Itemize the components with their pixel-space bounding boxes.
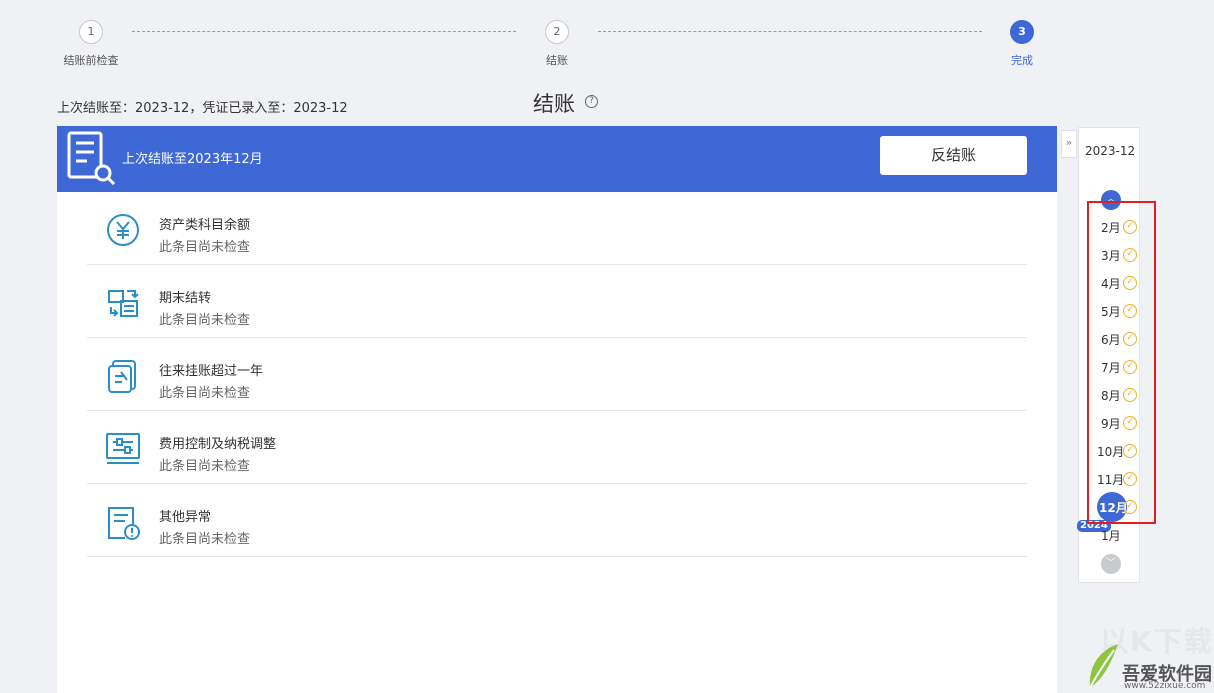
status-banner: 上次结账至2023年12月 反结账 (57, 126, 1057, 192)
collapse-panel-button[interactable]: » (1061, 130, 1077, 158)
step-settle: 2 结账 (497, 20, 617, 68)
check-title: 往来挂账超过一年 (159, 364, 264, 379)
progress-stepper: 1 结账前检查 2 结账 3 完成 (0, 8, 1214, 88)
step-label: 结账前检查 (63, 54, 119, 67)
check-title: 期末结转 (159, 291, 212, 306)
check-title: 其他异常 (159, 510, 212, 525)
list-item: 资产类科目余额 此条目尚未检查 (87, 192, 1027, 265)
month-label: 1月 (1101, 529, 1121, 543)
step-connector (132, 31, 516, 32)
help-icon[interactable]: ? (585, 95, 598, 108)
document-warning-icon (108, 507, 140, 540)
step-number: 1 (79, 20, 103, 44)
reverse-settlement-button[interactable]: 反结账 (880, 136, 1027, 175)
step-check-before: 1 结账前检查 (31, 20, 151, 68)
check-status: 此条目尚未检查 (159, 459, 251, 474)
sliders-monitor-icon (106, 433, 140, 464)
leaf-logo-icon (1089, 644, 1118, 689)
step-number: 3 (1010, 20, 1034, 44)
current-period: 2023-12 (1085, 144, 1136, 158)
check-status: 此条目尚未检查 (159, 313, 251, 328)
check-list: 资产类科目余额 此条目尚未检查 期末结转 此条目尚未检查 往来挂账超过一年 此条… (87, 192, 1027, 557)
yen-circle-icon (107, 214, 139, 246)
watermark: 以K下载 吾爱软件园 www.52zixue.com (1086, 618, 1214, 693)
highlight-annotation-box (1087, 201, 1156, 524)
settlement-panel: 上次结账至2023年12月 反结账 资产类科目余额 此条目尚未检查 期末结转 此… (57, 126, 1057, 693)
check-status: 此条目尚未检查 (159, 532, 251, 547)
month-item[interactable]: 1月 (1079, 525, 1141, 545)
list-item: 期末结转 此条目尚未检查 (87, 265, 1027, 338)
step-complete: 3 完成 (962, 20, 1082, 68)
step-number: 2 (545, 20, 569, 44)
list-item: 往来挂账超过一年 此条目尚未检查 (87, 338, 1027, 411)
document-search-icon (67, 131, 116, 186)
step-connector (598, 31, 982, 32)
top-strip (0, 0, 1214, 8)
scroll-down-icon[interactable]: ﹀ (1101, 554, 1121, 574)
check-status: 此条目尚未检查 (159, 386, 251, 401)
list-item: 费用控制及纳税调整 此条目尚未检查 (87, 411, 1027, 484)
page-title: 结账 (533, 92, 575, 116)
document-edit-icon (108, 360, 136, 393)
step-label: 完成 (1011, 54, 1033, 67)
settlement-summary: 上次结账至：2023-12，凭证已录入至：2023-12 (57, 101, 348, 116)
transfer-icon (108, 290, 139, 317)
step-label: 结账 (546, 54, 568, 67)
check-status: 此条目尚未检查 (159, 240, 251, 255)
check-title: 费用控制及纳税调整 (159, 437, 277, 452)
watermark-url: www.52zixue.com (1124, 681, 1206, 691)
check-title: 资产类科目余额 (159, 218, 251, 233)
banner-title: 上次结账至2023年12月 (122, 152, 263, 167)
list-item: 其他异常 此条目尚未检查 (87, 484, 1027, 557)
